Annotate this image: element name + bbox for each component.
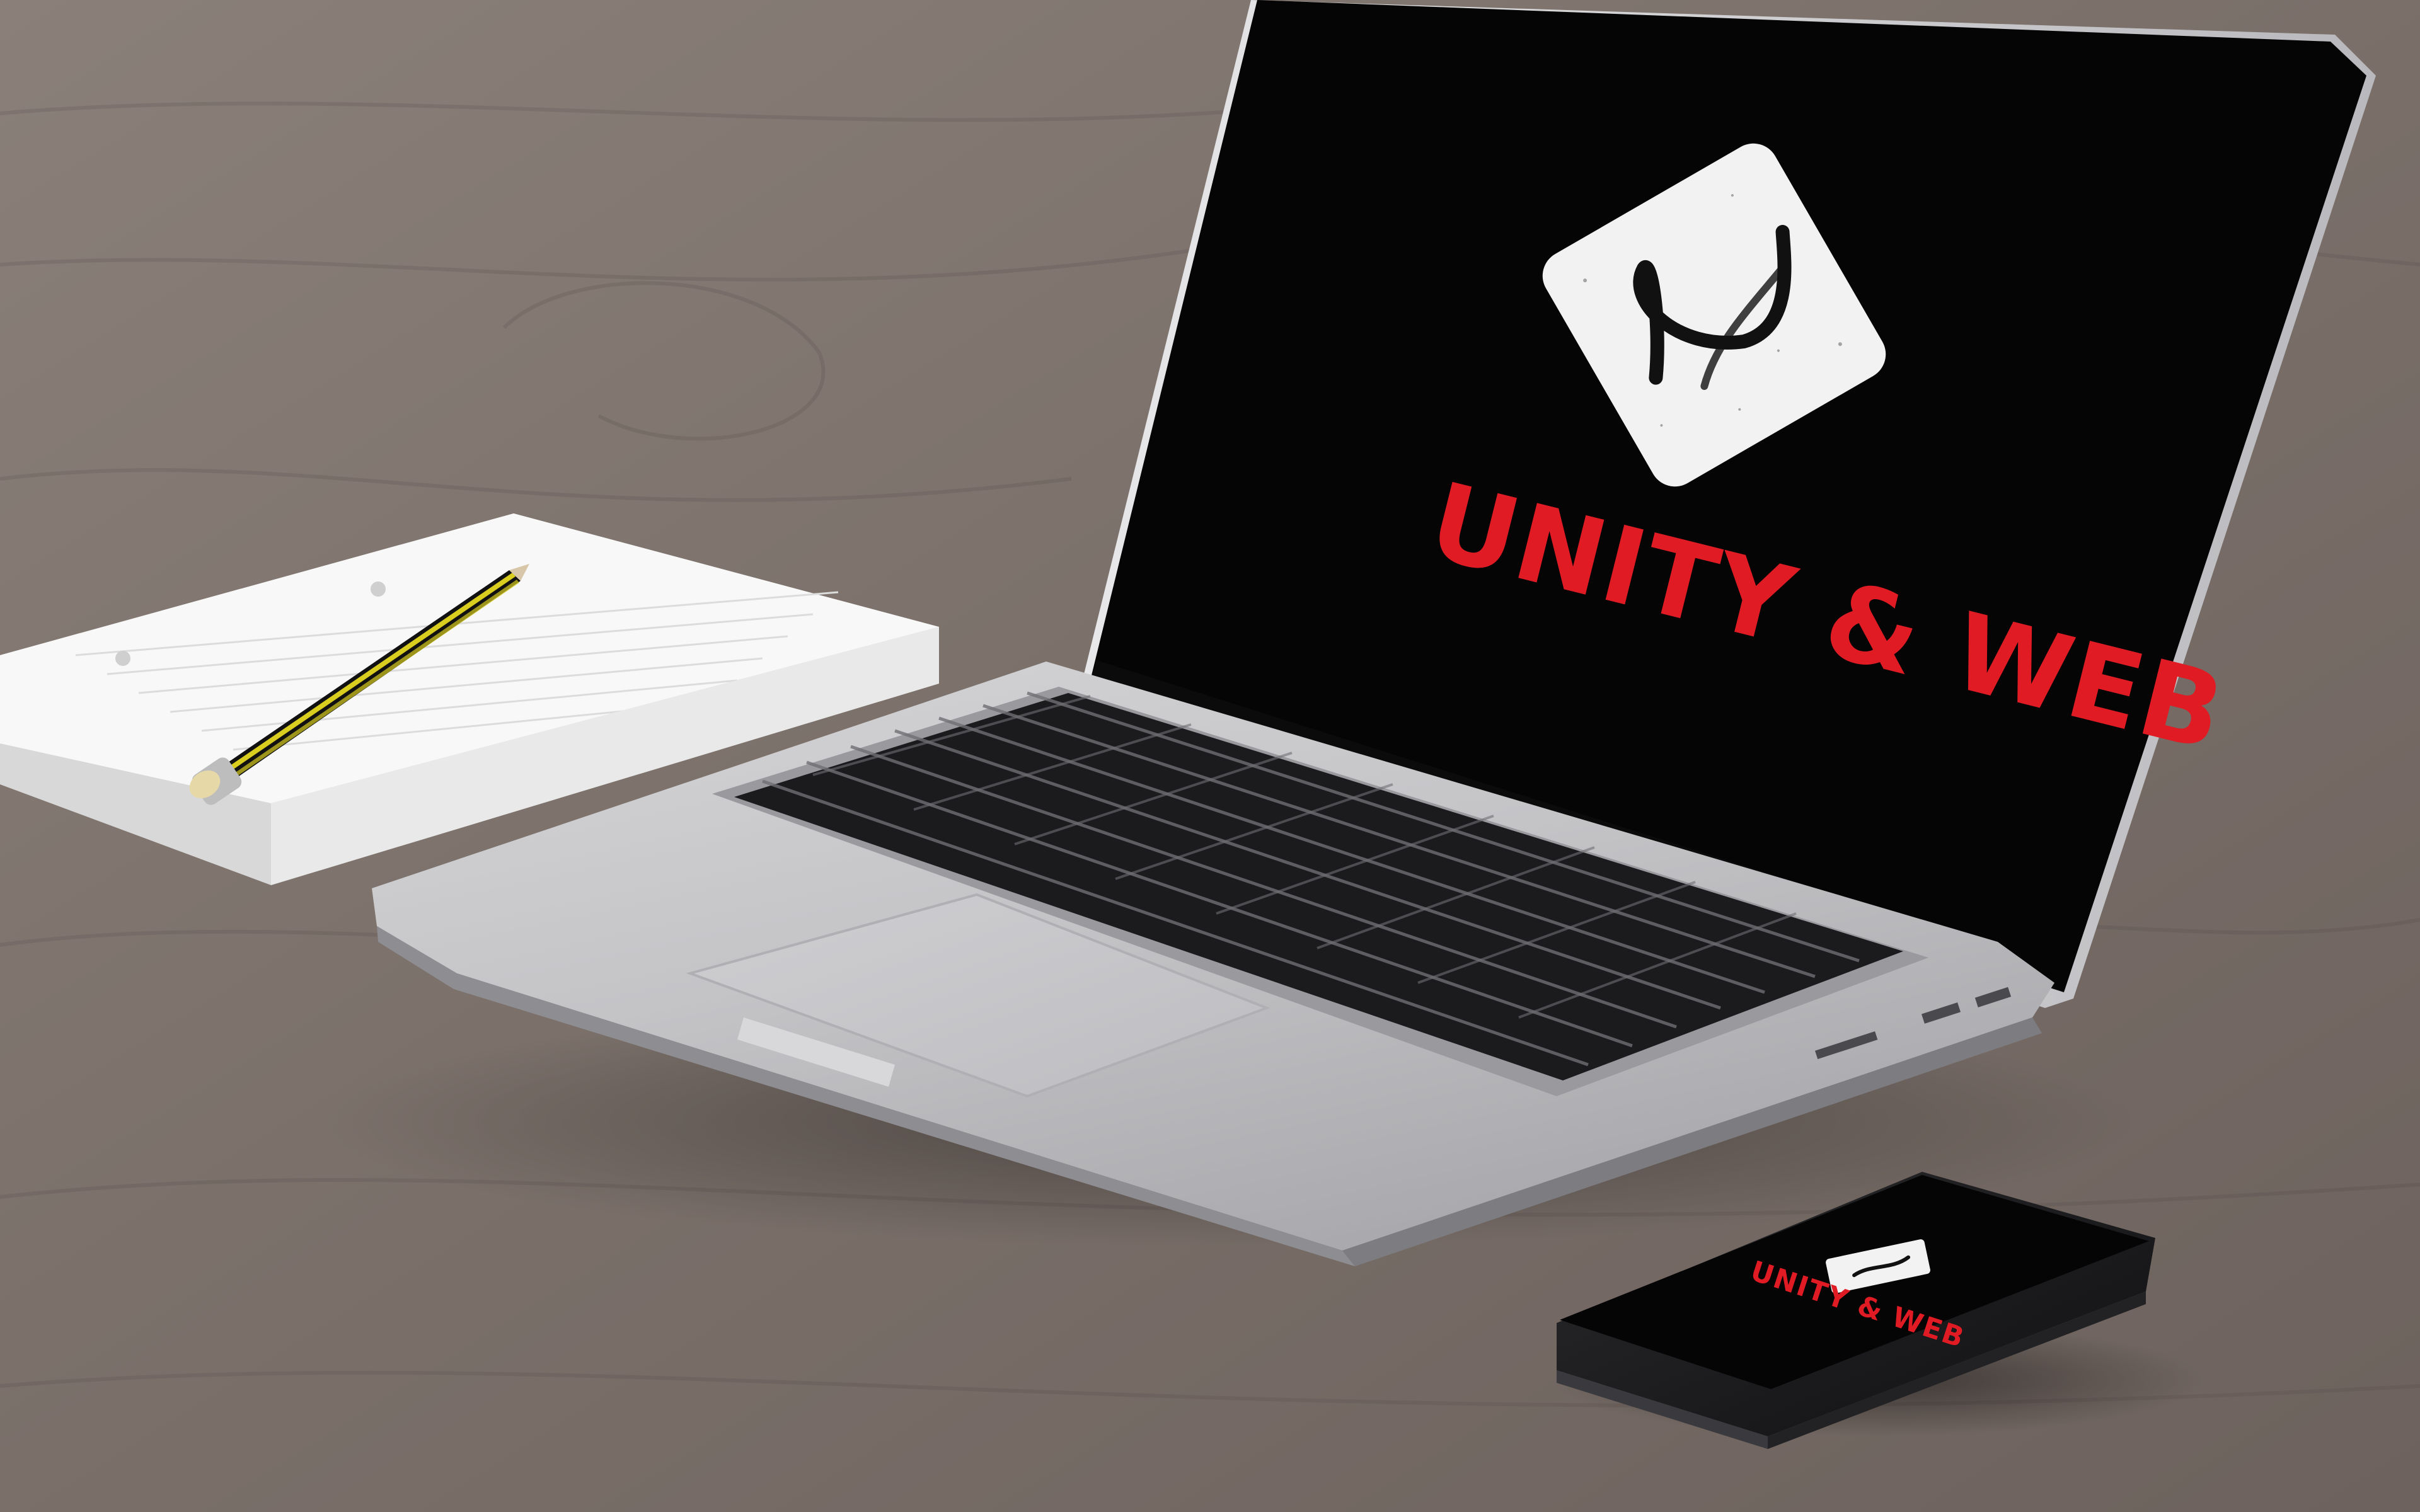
desk-scene: UNITY & WEB UNITY & WEB	[0, 0, 2420, 1512]
desk-photo: UNITY & WEB UNITY & WEB	[0, 0, 2420, 1512]
